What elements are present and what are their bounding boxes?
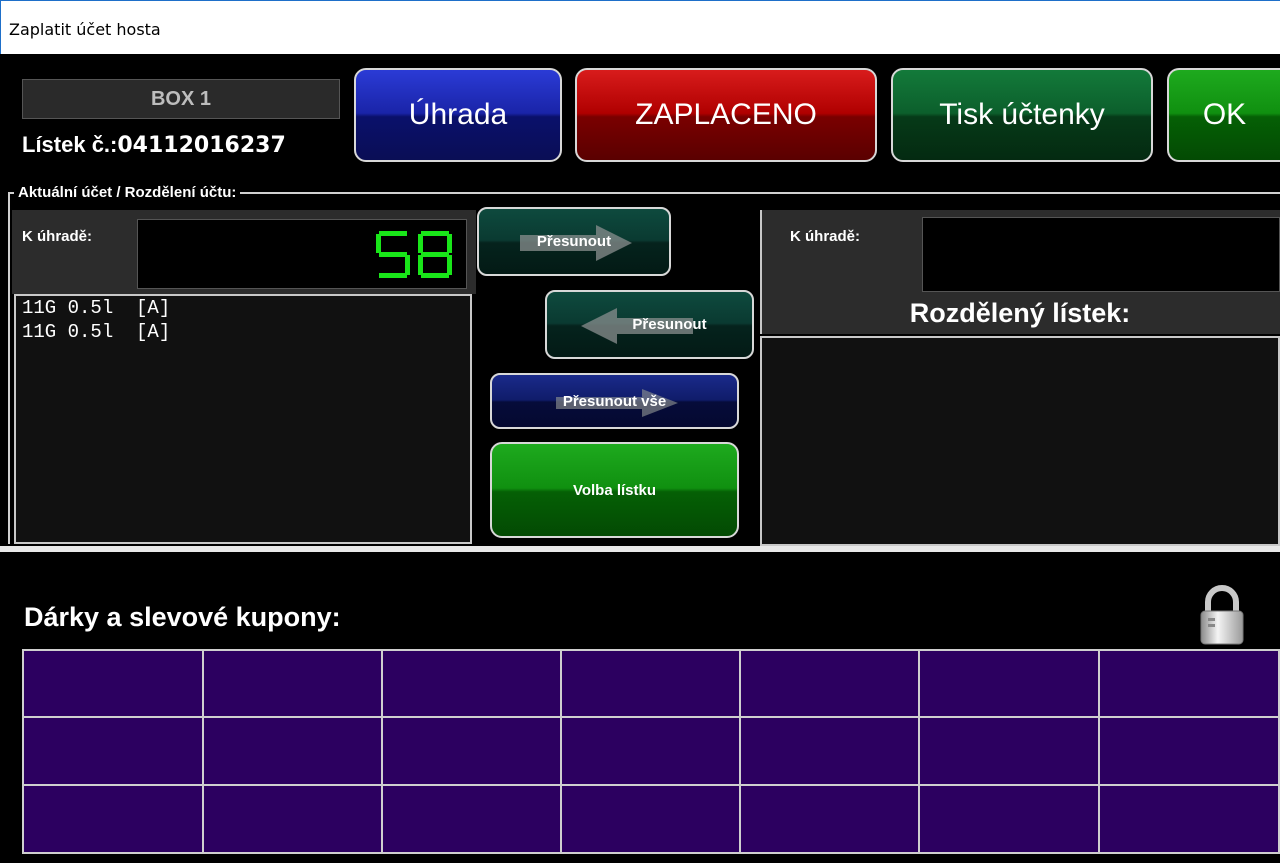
coupon-tile[interactable] — [560, 716, 741, 786]
box-label: BOX 1 — [22, 79, 340, 119]
print-receipt-label: Tisk účtenky — [939, 98, 1105, 131]
coupon-tile[interactable] — [560, 649, 741, 718]
main-area: BOX 1 Lístek č.:04112016237 Úhrada ZAPLA… — [0, 54, 1280, 863]
amount-lcd-digits — [376, 231, 452, 278]
left-amount-display: 58 — [137, 219, 467, 289]
ticket-label-text: Lístek č.: — [22, 132, 118, 157]
window-titlebar: Zaplatit účet hosta — [0, 0, 1280, 54]
coupon-tile[interactable] — [22, 716, 204, 786]
right-items-list[interactable] — [760, 336, 1280, 546]
list-item[interactable]: 11G 0.5l [A] — [16, 320, 470, 344]
window-title: Zaplatit účet hosta — [9, 20, 161, 39]
section-border-left — [8, 192, 10, 544]
coupon-tile[interactable] — [22, 784, 204, 854]
ok-button[interactable]: OK — [1167, 68, 1280, 162]
payment-button-label: Úhrada — [408, 98, 508, 131]
bottom-divider — [0, 546, 1280, 552]
move-right-button[interactable]: Přesunout — [477, 207, 671, 276]
coupon-tile[interactable] — [1098, 649, 1280, 718]
move-left-button[interactable]: Přesunout — [545, 290, 754, 359]
ticket-number: 04112016237 — [117, 133, 286, 158]
list-item[interactable]: 11G 0.5l [A] — [16, 296, 470, 320]
split-ticket-title: Rozdělený lístek: — [909, 298, 1131, 328]
coupon-tile[interactable] — [918, 716, 1100, 786]
move-all-button[interactable]: Přesunout vše — [490, 373, 739, 429]
coupon-tile[interactable] — [381, 649, 562, 718]
coupon-tile[interactable] — [918, 649, 1100, 718]
ticket-number-label: Lístek č.:04112016237 — [22, 132, 342, 158]
move-all-label: Přesunout vše — [562, 392, 667, 410]
coupon-tile[interactable] — [202, 649, 383, 718]
paid-button-label: ZAPLACENO — [635, 98, 817, 131]
ok-button-label: OK — [1202, 98, 1247, 131]
left-amount-label: K úhradě: — [22, 228, 93, 245]
payment-button[interactable]: Úhrada — [354, 68, 562, 162]
move-left-label: Přesunout — [632, 316, 707, 333]
paid-button[interactable]: ZAPLACENO — [575, 68, 877, 162]
right-amount-label: K úhradě: — [790, 228, 861, 245]
right-amount-display — [922, 217, 1280, 292]
coupon-tile[interactable] — [739, 716, 920, 786]
coupon-tile[interactable] — [22, 649, 204, 718]
select-ticket-label: Volba lístku — [572, 481, 657, 499]
coupon-tile[interactable] — [381, 784, 562, 854]
print-receipt-button[interactable]: Tisk účtenky — [891, 68, 1153, 162]
coupon-tile[interactable] — [560, 784, 741, 854]
left-items-list[interactable]: 11G 0.5l [A] 11G 0.5l [A] — [14, 294, 472, 544]
select-ticket-button[interactable]: Volba lístku — [490, 442, 739, 538]
section-title: Aktuální účet / Rozdělení účtu: — [14, 184, 241, 201]
coupon-tile[interactable] — [739, 649, 920, 718]
coupon-tile[interactable] — [739, 784, 920, 854]
coupon-tile[interactable] — [1098, 784, 1280, 854]
gifts-title: Dárky a slevové kupony: — [24, 602, 341, 632]
move-right-label: Přesunout — [536, 233, 612, 250]
coupon-tile[interactable] — [1098, 716, 1280, 786]
coupon-tile[interactable] — [202, 784, 383, 854]
coupon-tile[interactable] — [202, 716, 383, 786]
coupon-tile[interactable] — [918, 784, 1100, 854]
padlock-icon[interactable] — [1198, 584, 1246, 646]
coupon-tile[interactable] — [381, 716, 562, 786]
